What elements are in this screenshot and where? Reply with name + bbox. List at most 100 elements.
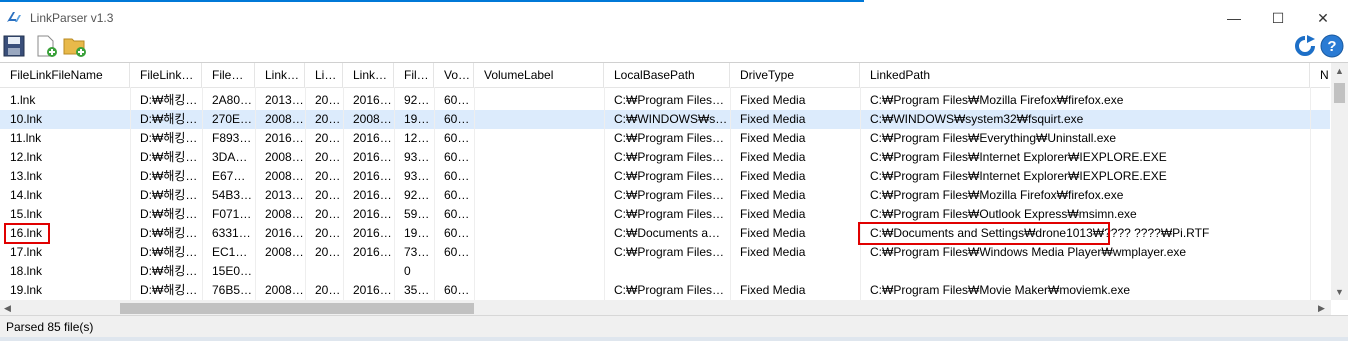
column-header-li[interactable]: Li…: [305, 63, 343, 87]
file-list-grid: FileLinkFileName FileLink… File… Link… Li… Li…: [0, 62, 1348, 316]
table-row[interactable]: 12.lnk D:₩해킹… 3DA… 2008… 20… 2016… 93… 60… C:₩Pr…: [0, 148, 1330, 167]
cell-file: 3DA…: [212, 150, 248, 164]
cell-link2: 2016…: [353, 226, 392, 240]
minimize-button[interactable]: —: [1211, 4, 1257, 32]
cell-file: 54B3…: [212, 188, 253, 202]
cell-filelinkfilename: 15.lnk: [10, 207, 43, 221]
cell-filelinkfilename: 14.lnk: [10, 188, 43, 202]
cell-filelinkfilename: 19.lnk: [10, 283, 43, 297]
column-header-filelinkfilename[interactable]: FileLinkFileName: [0, 63, 130, 87]
cell-vo: 60…: [444, 207, 470, 221]
new-file-icon[interactable]: [34, 34, 58, 58]
cell-drivetype: Fixed Media: [740, 93, 806, 107]
cell-file: EC1…: [212, 245, 248, 259]
maximize-button[interactable]: ☐: [1255, 4, 1301, 32]
table-row[interactable]: 15.lnk D:₩해킹… F071… 2008… 20… 2016… 59… 60… C:₩P…: [0, 205, 1330, 224]
cell-linkedpath: C:₩Program Files₩Windows Media Player₩wm…: [870, 245, 1187, 259]
column-separator: [202, 87, 203, 300]
column-header-drivetype[interactable]: DriveType: [730, 63, 860, 87]
save-icon[interactable]: [2, 34, 26, 58]
cell-link2: 2016…: [353, 169, 392, 183]
cell-file: E67…: [212, 169, 246, 183]
table-row[interactable]: 10.lnk D:₩해킹… 270E… 2008… 20… 2008… 19… 60… C:₩W…: [0, 110, 1330, 129]
horizontal-scrollbar[interactable]: ◀ ▶: [0, 300, 1331, 316]
cell-vo: 60…: [444, 131, 470, 145]
cell-fil: 19…: [404, 112, 430, 126]
scroll-up-icon[interactable]: ▲: [1335, 66, 1344, 76]
horizontal-scroll-thumb[interactable]: [120, 303, 474, 314]
cell-link: 2008…: [265, 150, 304, 164]
cell-volumelabel: [474, 167, 604, 186]
table-row[interactable]: 14.lnk D:₩해킹… 54B3… 2013… 20… 2016… 92… 60… C:₩P…: [0, 186, 1330, 205]
refresh-icon[interactable]: [1293, 34, 1317, 58]
cell-drivetype: [730, 262, 860, 281]
cell-linkedpath: C:₩Program Files₩Mozilla Firefox₩firefox…: [870, 93, 1124, 107]
cell-volumelabel: [474, 262, 604, 281]
cell-link2: 2016…: [353, 207, 392, 221]
cell-filelink: D:₩해킹…: [140, 150, 198, 164]
cell-linkedpath: C:₩Program Files₩Internet Explorer₩IEXPL…: [870, 150, 1167, 164]
cell-fil: 59…: [404, 207, 430, 221]
cell-linkedpath: [860, 262, 1310, 281]
cell-vo: 60…: [444, 245, 470, 259]
title-bar: LinkParser v1.3 — ☐ ✕: [0, 2, 1348, 30]
cell-linkedpath: C:₩Program Files₩Mozilla Firefox₩firefox…: [870, 188, 1124, 202]
scroll-right-icon[interactable]: ▶: [1318, 303, 1325, 314]
cell-vo: 60…: [444, 112, 470, 126]
cell-localbasepath: C:₩Program Files…: [614, 207, 725, 221]
table-row[interactable]: 16.lnk D:₩해킹… 6331… 2016… 20… 2016… 19… 60… C:₩D…: [0, 224, 1330, 243]
column-header-vo[interactable]: Vo…: [434, 63, 474, 87]
cell-linkedpath: C:₩WINDOWS₩system32₩fsquirt.exe: [870, 112, 1084, 126]
column-separator: [434, 87, 435, 300]
column-header-link2[interactable]: Link…: [343, 63, 394, 87]
cell-link2: 2016…: [353, 188, 392, 202]
scroll-left-icon[interactable]: ◀: [4, 303, 11, 314]
cell-drivetype: Fixed Media: [740, 112, 806, 126]
column-header-filelink[interactable]: FileLink…: [130, 63, 202, 87]
cell-localbasepath: C:₩Program Files…: [614, 131, 725, 145]
column-header-link[interactable]: Link…: [255, 63, 305, 87]
table-row[interactable]: 17.lnk D:₩해킹… EC1… 2008… 20… 2016… 73… 60… C:₩Pr…: [0, 243, 1330, 262]
cell-link2: 2016…: [353, 93, 392, 107]
cell-filelink: D:₩해킹…: [140, 93, 198, 107]
column-header-linkedpath[interactable]: LinkedPath: [860, 63, 1310, 87]
table-row[interactable]: 13.lnk D:₩해킹… E67… 2008… 20… 2016… 93… 60… C:₩Pr…: [0, 167, 1330, 186]
column-header-volumelabel[interactable]: VolumeLabel: [474, 63, 604, 87]
close-button[interactable]: ✕: [1300, 4, 1346, 32]
vertical-scroll-thumb[interactable]: [1334, 83, 1345, 103]
cell-localbasepath: C:₩Program Files…: [614, 245, 725, 259]
vertical-scrollbar[interactable]: ▲ ▼: [1331, 63, 1348, 300]
cell-drivetype: Fixed Media: [740, 207, 806, 221]
table-row[interactable]: 1.lnk D:₩해킹… 2A80… 2013… 20… 2016… 92… 60… C:₩Pr…: [0, 91, 1330, 110]
column-header-file[interactable]: File…: [202, 63, 255, 87]
highlight-box-linkedpath: [858, 222, 1110, 245]
cell-li: 20…: [315, 245, 341, 259]
cell-fil: 0: [404, 264, 411, 278]
window-title: LinkParser v1.3: [30, 11, 114, 25]
cell-volumelabel: [474, 186, 604, 205]
cell-link: 2008…: [265, 169, 304, 183]
column-separator: [730, 87, 731, 300]
cell-vo: [434, 262, 474, 281]
cell-localbasepath: C:₩Program Files…: [614, 169, 725, 183]
cell-filelinkfilename: 18.lnk: [10, 264, 43, 278]
cell-volumelabel: [474, 110, 604, 129]
cell-volumelabel: [474, 224, 604, 243]
cell-filelinkfilename: 17.lnk: [10, 245, 43, 259]
table-row[interactable]: 18.lnk D:₩해킹… 15E0… 0: [0, 262, 1330, 281]
status-text: Parsed 85 file(s): [6, 320, 94, 334]
help-icon[interactable]: ?: [1320, 34, 1344, 58]
open-folder-icon[interactable]: [63, 34, 87, 58]
scroll-down-icon[interactable]: ▼: [1335, 287, 1344, 297]
cell-vo: 60…: [444, 226, 470, 240]
table-row[interactable]: 11.lnk D:₩해킹… F893… 2016… 20… 2016… 12… 60… C:₩P…: [0, 129, 1330, 148]
cell-filelink: D:₩해킹…: [140, 169, 198, 183]
column-header-localbasepath[interactable]: LocalBasePath: [604, 63, 730, 87]
highlight-box-filename: [4, 223, 50, 244]
column-header-fil[interactable]: Fil…: [394, 63, 434, 87]
table-row[interactable]: 19.lnk D:₩해킹… 76B5… 2008… 20… 2016… 35… 60… C:₩P…: [0, 281, 1330, 300]
cell-fil: 35…: [404, 283, 430, 297]
cell-drivetype: Fixed Media: [740, 245, 806, 259]
cell-volumelabel: [474, 91, 604, 110]
cell-volumelabel: [474, 129, 604, 148]
